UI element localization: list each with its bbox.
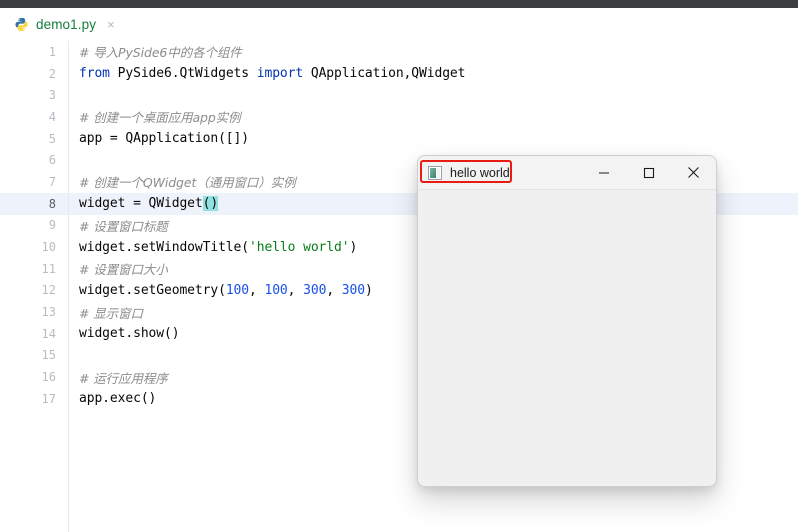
window-client-area (418, 190, 716, 487)
window-title-bar[interactable]: hello world (418, 156, 716, 190)
tab-label: demo1.py (36, 17, 96, 32)
close-icon[interactable] (671, 156, 716, 189)
line-number: 6 (0, 153, 68, 167)
code-token: import (257, 66, 303, 81)
line-number: 3 (0, 88, 68, 102)
code-token: 100 (226, 283, 249, 298)
code-text: widget.setWindowTitle('hello world') (68, 240, 357, 255)
code-text: # 设置窗口标题 (68, 216, 168, 235)
code-token: # 设置窗口标题 (79, 219, 168, 234)
code-token: # 创建一个QWidget（通用窗口）实例 (79, 175, 295, 190)
code-token: widget = QWidget (79, 196, 203, 211)
code-text: widget.setGeometry(100, 100, 300, 300) (68, 283, 373, 298)
code-line[interactable]: 5 app = QApplication([]) (0, 128, 798, 150)
code-token: QApplication,QWidget (303, 66, 465, 81)
code-token: 100 (264, 283, 287, 298)
code-text: # 导入PySide6中的各个组件 (68, 42, 242, 61)
code-token: # 显示窗口 (79, 306, 143, 321)
line-number: 10 (0, 240, 68, 254)
line-number: 13 (0, 305, 68, 319)
code-text: from PySide6.QtWidgets import QApplicati… (68, 66, 465, 81)
code-text: # 设置窗口大小 (68, 259, 168, 278)
line-number: 16 (0, 370, 68, 384)
python-file-icon (14, 17, 29, 32)
code-text: app.exec() (68, 391, 156, 406)
code-token: # 导入PySide6中的各个组件 (79, 45, 242, 60)
code-token: # 运行应用程序 (79, 371, 168, 386)
code-token: # 设置窗口大小 (79, 262, 168, 277)
line-number: 5 (0, 132, 68, 146)
minimize-icon[interactable] (581, 156, 626, 189)
editor-tab-bar: demo1.py × (0, 8, 798, 41)
code-token: , (249, 283, 264, 298)
ide-screenshot-root: demo1.py × 1# 导入PySide6中的各个组件2from PySid… (0, 0, 798, 532)
code-text: app = QApplication([]) (68, 131, 249, 146)
code-token: , (326, 283, 341, 298)
code-token: 300 (303, 283, 326, 298)
code-text: # 创建一个桌面应用app实例 (68, 107, 240, 126)
code-line[interactable]: 3 (0, 84, 798, 106)
line-number: 11 (0, 262, 68, 276)
line-number: 4 (0, 110, 68, 124)
line-number: 9 (0, 218, 68, 232)
code-token: ) (365, 283, 373, 298)
maximize-icon[interactable] (626, 156, 671, 189)
tab-demo1-py[interactable]: demo1.py × (0, 8, 127, 41)
code-text: # 创建一个QWidget（通用窗口）实例 (68, 172, 295, 191)
code-text: widget = QWidget() (68, 196, 218, 211)
ide-top-strip (0, 0, 798, 8)
window-title-group: hello world (418, 166, 510, 180)
window-controls (581, 156, 716, 189)
code-token: 300 (342, 283, 365, 298)
code-line[interactable]: 4 # 创建一个桌面应用app实例 (0, 106, 798, 128)
code-token: widget.show() (79, 326, 179, 341)
line-number: 7 (0, 175, 68, 189)
code-token: () (203, 196, 218, 211)
close-icon[interactable]: × (105, 17, 117, 32)
line-number: 17 (0, 392, 68, 406)
qt-hello-world-window[interactable]: hello world (417, 155, 717, 487)
line-number: 8 (0, 197, 68, 211)
line-number: 1 (0, 45, 68, 59)
code-token: PySide6.QtWidgets (110, 66, 257, 81)
code-token: app.exec() (79, 391, 156, 406)
line-number: 14 (0, 327, 68, 341)
code-token: from (79, 66, 110, 81)
code-token: # 创建一个桌面应用app实例 (79, 110, 240, 125)
line-number: 12 (0, 283, 68, 297)
code-token: 'hello world' (249, 240, 349, 255)
line-number: 15 (0, 348, 68, 362)
code-text: # 显示窗口 (68, 303, 143, 322)
code-token: ) (349, 240, 357, 255)
code-token: widget.setWindowTitle( (79, 240, 249, 255)
code-token: widget.setGeometry( (79, 283, 226, 298)
code-token: , (288, 283, 303, 298)
window-title-text: hello world (450, 166, 510, 180)
qt-window-default-icon (428, 166, 442, 180)
line-number: 2 (0, 67, 68, 81)
code-line[interactable]: 2from PySide6.QtWidgets import QApplicat… (0, 63, 798, 85)
code-text: # 运行应用程序 (68, 368, 168, 387)
code-token: app = QApplication([]) (79, 131, 249, 146)
code-text: widget.show() (68, 326, 179, 341)
code-line[interactable]: 1 # 导入PySide6中的各个组件 (0, 41, 798, 63)
